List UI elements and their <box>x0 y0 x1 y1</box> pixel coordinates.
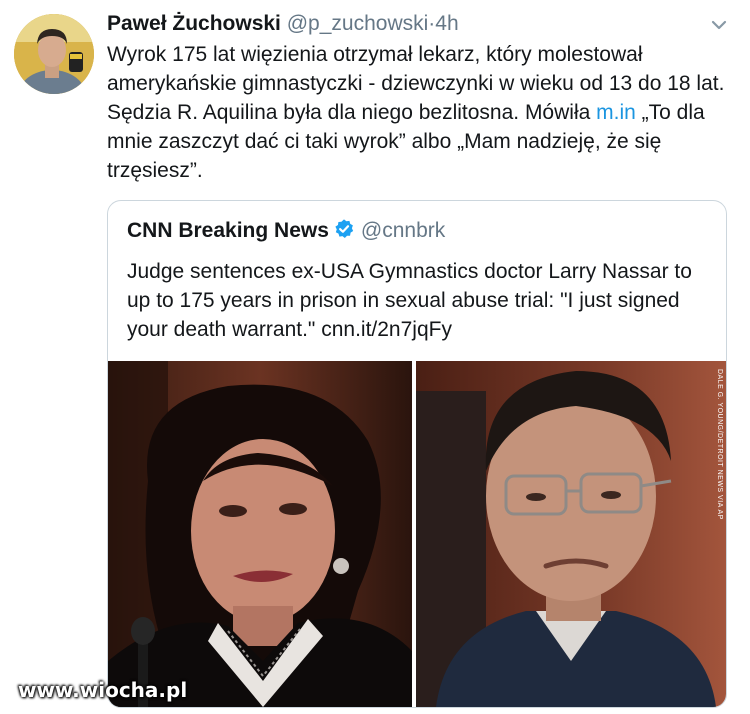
quoted-author-name: CNN Breaking News <box>127 219 329 242</box>
avatar[interactable] <box>14 14 94 94</box>
verified-badge-icon <box>335 219 354 238</box>
quoted-author-handle: @cnnbrk <box>360 219 446 242</box>
quoted-tweet-text: Judge sentences ex-USA Gymnastics doctor… <box>127 260 692 341</box>
tweet-text: Wyrok 175 lat więzienia otrzymał lekarz,… <box>107 40 737 185</box>
avatar-image <box>14 14 94 94</box>
photo-credit: DALE G. YOUNG/DETROIT NEWS VIA AP <box>716 369 723 520</box>
tweet-inline-link[interactable]: m.in <box>596 101 636 124</box>
defendant-photo-image <box>416 361 726 707</box>
judge-photo-image <box>108 361 412 707</box>
tweet-header: Paweł Żuchowski @p_zuchowski·4h <box>107 10 459 38</box>
chevron-down-icon[interactable] <box>708 14 730 36</box>
quoted-tweet[interactable]: CNN Breaking News @cnnbrk Judge sentence… <box>107 200 727 708</box>
site-watermark: www.wiocha.pl <box>18 678 188 702</box>
quoted-photo-defendant[interactable] <box>416 361 726 707</box>
tweet-timestamp[interactable]: 4h <box>435 12 458 35</box>
quoted-photo-judge[interactable] <box>108 361 412 707</box>
quoted-tweet-header: CNN Breaking News @cnnbrk <box>127 217 445 245</box>
author-handle[interactable]: @p_zuchowski <box>287 12 429 35</box>
author-name[interactable]: Paweł Żuchowski <box>107 12 281 35</box>
